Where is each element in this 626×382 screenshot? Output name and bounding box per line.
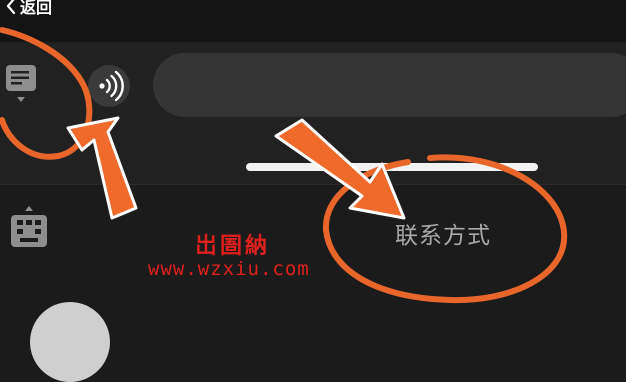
menu-button[interactable]	[4, 64, 42, 106]
panel-toggle-button[interactable]	[8, 204, 50, 252]
watermark-url: www.wzxiu.com	[148, 258, 310, 280]
watermark-logo: 岀圄納	[195, 234, 271, 259]
back-button[interactable]: 返回	[6, 0, 52, 18]
divider	[0, 184, 626, 185]
message-input[interactable]	[153, 53, 626, 117]
home-indicator	[246, 163, 538, 171]
top-bar: 返回	[0, 0, 626, 42]
chevron-left-icon	[6, 0, 16, 14]
menu-lines-icon	[4, 65, 42, 110]
voice-wave-icon	[88, 70, 130, 111]
back-label: 返回	[20, 0, 53, 17]
contact-option[interactable]: 联系方式	[395, 216, 491, 249]
avatar	[30, 302, 110, 382]
keyboard-icon	[8, 206, 50, 256]
voice-button[interactable]	[88, 65, 130, 107]
